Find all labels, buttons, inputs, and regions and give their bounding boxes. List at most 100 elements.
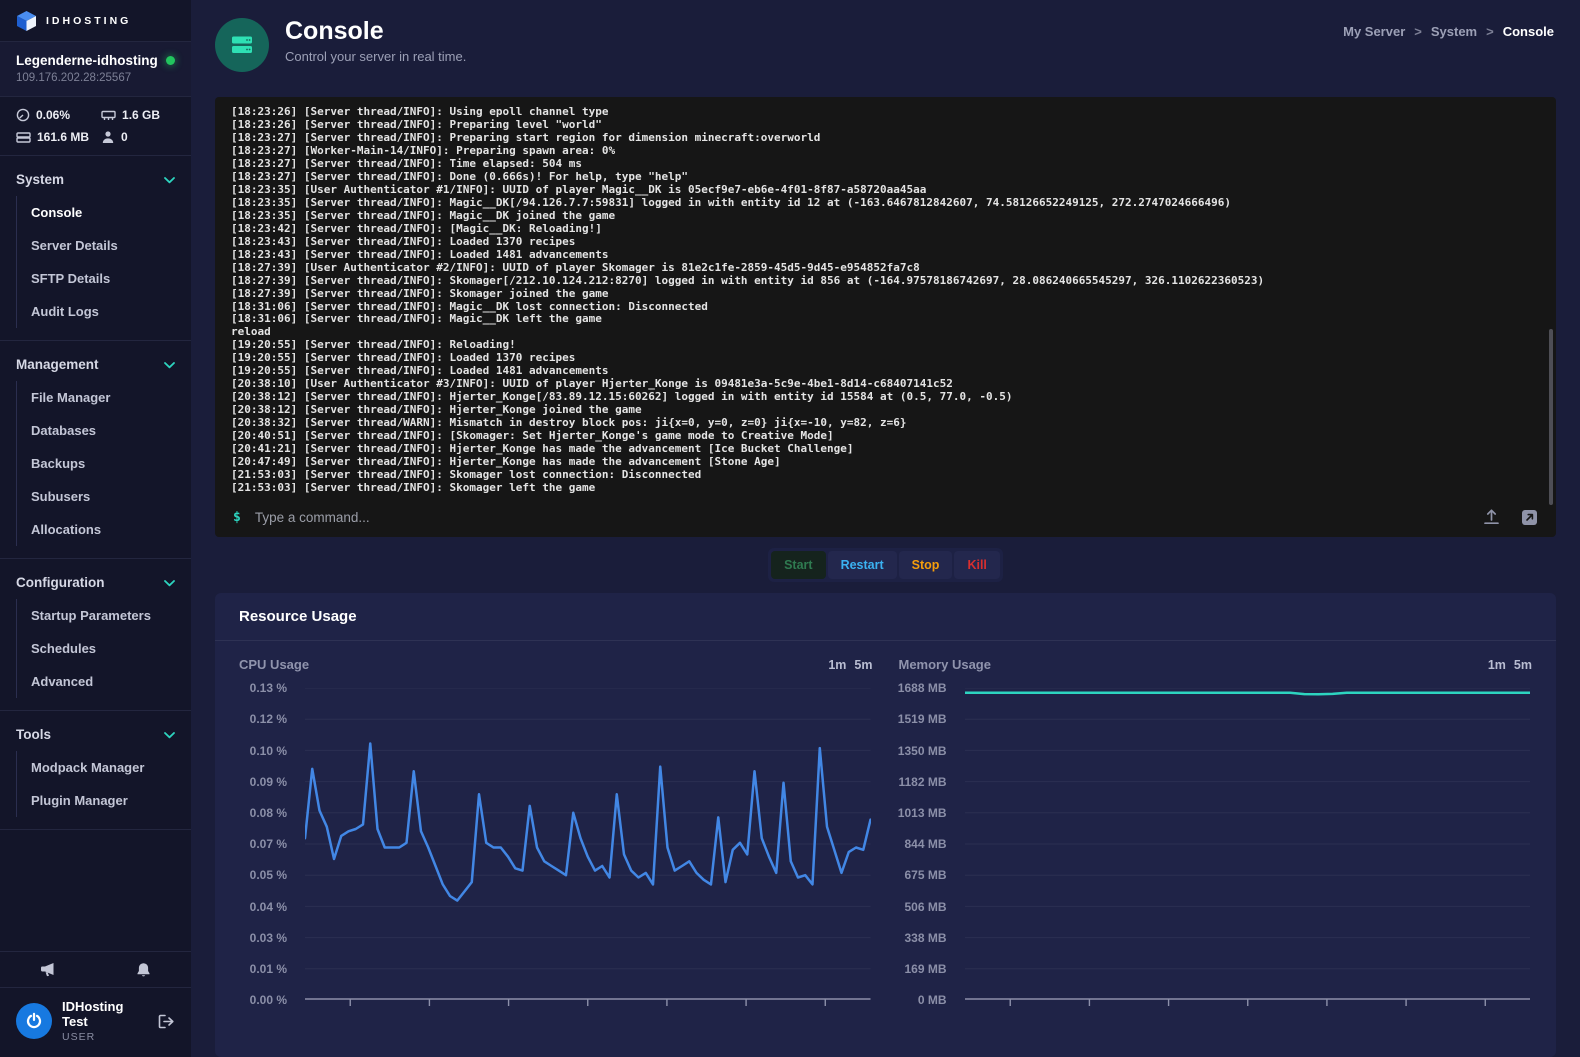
nav-section-header-tools[interactable]: Tools <box>0 720 191 749</box>
range-1m[interactable]: 1m <box>828 658 846 672</box>
breadcrumb-item-system[interactable]: System <box>1431 24 1477 39</box>
sidebar: IDHOSTING Legenderne-idhosting 109.176.2… <box>0 0 191 1057</box>
chart-title: Memory Usage <box>899 657 991 672</box>
sidebar-item-server-details[interactable]: Server Details <box>17 229 191 262</box>
page-subtitle: Control your server in real time. <box>285 49 466 64</box>
y-axis-label: 0.07 % <box>250 837 287 851</box>
console-log-line: [18:23:35] [Server thread/INFO]: Magic__… <box>231 197 1540 210</box>
kill-button[interactable]: Kill <box>954 551 999 579</box>
nav-section-label: Tools <box>16 727 51 742</box>
start-button: Start <box>771 551 825 579</box>
console-log-line: [18:23:35] [User Authenticator #1/INFO]:… <box>231 184 1540 197</box>
user-name: IDHosting Test <box>62 999 148 1029</box>
disk-stat-value: 161.6 MB <box>37 130 89 144</box>
restart-button[interactable]: Restart <box>828 551 897 579</box>
cpu-usage-chart: CPU Usage 1m5m 0.13 %0.12 %0.10 %0.09 %0… <box>239 657 873 1018</box>
console-log-line: [18:23:43] [Server thread/INFO]: Loaded … <box>231 236 1540 249</box>
sidebar-item-sftp-details[interactable]: SFTP Details <box>17 262 191 295</box>
open-external-icon[interactable] <box>1521 509 1538 526</box>
nav-section-management: Management File ManagerDatabasesBackupsSu… <box>0 341 191 559</box>
sidebar-item-advanced[interactable]: Advanced <box>17 665 191 698</box>
y-axis-label: 0.09 % <box>250 775 287 789</box>
chevron-down-icon <box>164 357 175 372</box>
command-prompt-symbol: $ <box>233 510 241 525</box>
sidebar-item-modpack-manager[interactable]: Modpack Manager <box>17 751 191 784</box>
server-ip: 109.176.202.28:25567 <box>16 72 175 84</box>
page-title: Console <box>285 18 466 46</box>
console-log-line: [18:23:43] [Server thread/INFO]: Loaded … <box>231 249 1540 262</box>
user-role: USER <box>62 1031 148 1043</box>
y-axis-label: 0.00 % <box>250 993 287 1007</box>
upload-icon[interactable] <box>1482 508 1501 526</box>
cpu-line-plot <box>305 688 871 1006</box>
sidebar-item-allocations[interactable]: Allocations <box>17 513 191 546</box>
megaphone-icon[interactable] <box>40 962 57 977</box>
nav-section-header-system[interactable]: System <box>0 165 191 194</box>
cpu-gauge-icon <box>16 108 30 122</box>
players-stat: 0 <box>101 130 175 144</box>
brand-logo[interactable]: IDHOSTING <box>0 0 191 42</box>
y-axis-label: 1688 MB <box>898 681 947 695</box>
y-axis-label: 506 MB <box>904 900 946 914</box>
sidebar-item-databases[interactable]: Databases <box>17 414 191 447</box>
breadcrumb-item-console: Console <box>1503 24 1554 39</box>
sidebar-item-file-manager[interactable]: File Manager <box>17 381 191 414</box>
console-log[interactable]: [18:23:26] [Server thread/INFO]: Using e… <box>215 97 1556 497</box>
resource-usage-title: Resource Usage <box>215 593 1556 641</box>
breadcrumb-item-my-server[interactable]: My Server <box>1343 24 1405 39</box>
console-scrollbar[interactable] <box>1549 329 1553 505</box>
y-axis-label: 1013 MB <box>898 806 947 820</box>
y-axis-labels: 0.13 %0.12 %0.10 %0.09 %0.08 %0.07 %0.05… <box>239 688 293 1018</box>
sidebar-footer: IDHosting Test USER <box>0 951 191 1057</box>
sidebar-item-backups[interactable]: Backups <box>17 447 191 480</box>
memory-line-plot <box>965 688 1531 1006</box>
console-log-line: [18:27:39] [User Authenticator #2/INFO]:… <box>231 262 1540 275</box>
console-log-line: [18:23:42] [Server thread/INFO]: [Magic_… <box>231 223 1540 236</box>
sidebar-item-plugin-manager[interactable]: Plugin Manager <box>17 784 191 817</box>
nav-section-label: Management <box>16 357 99 372</box>
memory-icon <box>101 108 116 122</box>
app-root: IDHOSTING Legenderne-idhosting 109.176.2… <box>0 0 1580 1057</box>
resource-usage-panel: Resource Usage CPU Usage 1m5m 0.13 %0.12… <box>215 593 1556 1057</box>
chevron-down-icon <box>164 172 175 187</box>
y-axis-label: 1350 MB <box>898 744 947 758</box>
y-axis-label: 0.12 % <box>250 712 287 726</box>
logout-icon[interactable] <box>158 1014 175 1029</box>
y-axis-label: 0.04 % <box>250 900 287 914</box>
y-axis-label: 0.08 % <box>250 806 287 820</box>
disk-icon <box>16 130 31 144</box>
y-axis-label: 1519 MB <box>898 712 947 726</box>
console-log-line: [21:53:03] [Server thread/INFO]: Skomage… <box>231 469 1540 482</box>
console-panel: [18:23:26] [Server thread/INFO]: Using e… <box>215 97 1556 537</box>
console-log-line: [21:53:03] [Server thread/INFO]: Skomage… <box>231 482 1540 495</box>
y-axis-labels: 1688 MB1519 MB1350 MB1182 MB1013 MB844 M… <box>899 688 953 1018</box>
nav-group-tools: Modpack ManagerPlugin Manager <box>16 751 191 817</box>
sidebar-item-audit-logs[interactable]: Audit Logs <box>17 295 191 328</box>
command-input[interactable] <box>255 510 1468 525</box>
stop-button[interactable]: Stop <box>899 551 953 579</box>
sidebar-item-schedules[interactable]: Schedules <box>17 632 191 665</box>
avatar[interactable] <box>16 1003 52 1039</box>
memory-stat-value: 1.6 GB <box>122 108 160 122</box>
breadcrumb: My Server>System>Console <box>1343 24 1554 39</box>
nav-section-header-management[interactable]: Management <box>0 350 191 379</box>
page-header: Console Control your server in real time… <box>191 0 1580 97</box>
server-name: Legenderne-idhosting <box>16 53 158 68</box>
sidebar-item-startup-parameters[interactable]: Startup Parameters <box>17 599 191 632</box>
console-log-line: [18:31:06] [Server thread/INFO]: Magic__… <box>231 313 1540 326</box>
range-1m[interactable]: 1m <box>1488 658 1506 672</box>
range-5m[interactable]: 5m <box>854 658 872 672</box>
sidebar-item-subusers[interactable]: Subusers <box>17 480 191 513</box>
breadcrumb-separator: > <box>1414 24 1422 39</box>
y-axis-label: 338 MB <box>904 931 946 945</box>
y-axis-label: 675 MB <box>904 868 946 882</box>
nav-group-configuration: Startup ParametersSchedulesAdvanced <box>16 599 191 698</box>
server-status-indicator <box>166 56 175 65</box>
nav-section-header-configuration[interactable]: Configuration <box>0 568 191 597</box>
disk-stat: 161.6 MB <box>16 130 101 144</box>
player-icon <box>101 130 115 144</box>
sidebar-item-console[interactable]: Console <box>17 196 191 229</box>
range-5m[interactable]: 5m <box>1514 658 1532 672</box>
bell-icon[interactable] <box>136 962 151 978</box>
chevron-down-icon <box>164 727 175 742</box>
